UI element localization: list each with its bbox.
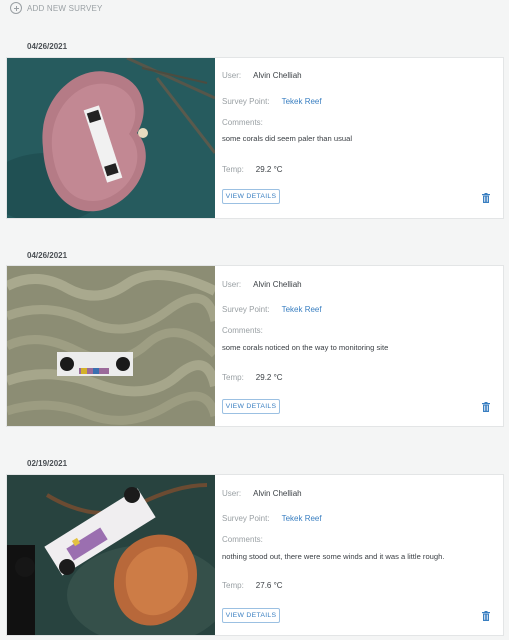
survey-card: User: Alvin Chelliah Survey Point: Tekek… bbox=[6, 474, 504, 636]
survey-point-label: Survey Point: bbox=[222, 305, 270, 314]
plus-circle-icon bbox=[10, 2, 22, 14]
survey-point-label: Survey Point: bbox=[222, 97, 270, 106]
temp-value: 29.2 °C bbox=[255, 165, 283, 174]
survey-point-link[interactable]: Tekek Reef bbox=[282, 97, 322, 106]
comments-label: Comments: bbox=[222, 535, 263, 544]
temp-label: Temp: bbox=[222, 581, 244, 590]
survey-info: User: Alvin Chelliah Survey Point: Tekek… bbox=[222, 475, 503, 635]
view-details-button[interactable]: VIEW DETAILS bbox=[222, 189, 280, 204]
trash-icon[interactable] bbox=[482, 193, 490, 203]
user-label: User: bbox=[222, 489, 242, 498]
add-new-survey-label: ADD NEW SURVEY bbox=[27, 3, 103, 13]
survey-info: User: Alvin Chelliah Survey Point: Tekek… bbox=[222, 266, 503, 426]
user-name: Alvin Chelliah bbox=[253, 489, 302, 498]
survey-point-label: Survey Point: bbox=[222, 514, 270, 523]
temp-value: 27.6 °C bbox=[255, 581, 283, 590]
survey-info: User: Alvin Chelliah Survey Point: Tekek… bbox=[222, 58, 503, 218]
temp-value: 29.2 °C bbox=[255, 373, 283, 382]
add-new-survey-button[interactable]: ADD NEW SURVEY bbox=[10, 2, 103, 14]
comment-text: some corals noticed on the way to monito… bbox=[222, 343, 389, 352]
comments-label: Comments: bbox=[222, 326, 263, 335]
user-label: User: bbox=[222, 280, 242, 289]
user-label: User: bbox=[222, 71, 242, 80]
view-details-button[interactable]: VIEW DETAILS bbox=[222, 608, 280, 623]
survey-point-link[interactable]: Tekek Reef bbox=[282, 305, 322, 314]
view-details-button[interactable]: VIEW DETAILS bbox=[222, 399, 280, 414]
user-name: Alvin Chelliah bbox=[253, 71, 302, 80]
trash-icon[interactable] bbox=[482, 402, 490, 412]
survey-photo[interactable] bbox=[7, 266, 215, 426]
survey-photo[interactable] bbox=[7, 58, 215, 218]
coral-photo-image bbox=[7, 58, 215, 218]
survey-card: User: Alvin Chelliah Survey Point: Tekek… bbox=[6, 57, 504, 219]
survey-date: 04/26/2021 bbox=[27, 42, 68, 51]
comments-label: Comments: bbox=[222, 118, 263, 127]
survey-date: 02/19/2021 bbox=[27, 459, 68, 468]
survey-date: 04/26/2021 bbox=[27, 251, 68, 260]
survey-point-link[interactable]: Tekek Reef bbox=[282, 514, 322, 523]
comment-text: nothing stood out, there were some winds… bbox=[222, 552, 445, 561]
trash-icon[interactable] bbox=[482, 611, 490, 621]
coral-photo-image bbox=[7, 266, 215, 426]
temp-label: Temp: bbox=[222, 373, 244, 382]
survey-photo[interactable] bbox=[7, 475, 215, 635]
temp-label: Temp: bbox=[222, 165, 244, 174]
coral-photo-image bbox=[7, 475, 215, 635]
user-name: Alvin Chelliah bbox=[253, 280, 302, 289]
comment-text: some corals did seem paler than usual bbox=[222, 134, 353, 143]
survey-card: User: Alvin Chelliah Survey Point: Tekek… bbox=[6, 265, 504, 427]
